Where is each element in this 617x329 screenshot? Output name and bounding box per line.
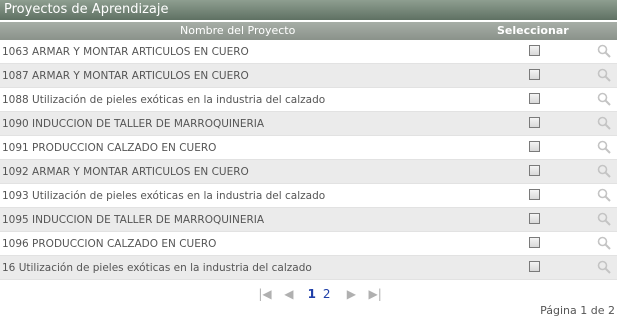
search-icon[interactable] — [597, 212, 611, 226]
table-row: 1090 INDUCCION DE TALLER DE MARROQUINERI… — [0, 112, 617, 136]
select-checkbox[interactable] — [529, 261, 540, 272]
page-status: Página 1 de 2 — [540, 304, 615, 317]
project-name: 1087 ARMAR Y MONTAR ARTICULOS EN CUERO — [2, 70, 249, 82]
last-page-icon[interactable]: ▶| — [368, 286, 382, 302]
search-icon[interactable] — [597, 140, 611, 154]
next-page-icon[interactable]: ▶ — [344, 286, 358, 302]
project-list: 1063 ARMAR Y MONTAR ARTICULOS EN CUERO 1… — [0, 40, 617, 280]
select-checkbox[interactable] — [529, 237, 540, 248]
project-name: 1091 PRODUCCION CALZADO EN CUERO — [2, 142, 217, 154]
select-checkbox[interactable] — [529, 93, 540, 104]
search-icon[interactable] — [597, 44, 611, 58]
prev-page-icon[interactable]: ◀ — [282, 286, 296, 302]
select-checkbox[interactable] — [529, 45, 540, 56]
project-name: 1095 INDUCCION DE TALLER DE MARROQUINERI… — [2, 214, 265, 226]
search-icon[interactable] — [597, 164, 611, 178]
project-name: 1096 PRODUCCION CALZADO EN CUERO — [2, 238, 217, 250]
project-name: 1063 ARMAR Y MONTAR ARTICULOS EN CUERO — [2, 46, 249, 58]
search-icon[interactable] — [597, 68, 611, 82]
first-page-icon[interactable]: |◀ — [258, 286, 272, 302]
table-row: 1092 ARMAR Y MONTAR ARTICULOS EN CUERO — [0, 160, 617, 184]
page-link-current[interactable]: 1 — [308, 286, 316, 302]
project-name: 1093 Utilización de pieles exóticas en l… — [2, 190, 326, 202]
select-checkbox[interactable] — [529, 69, 540, 80]
select-checkbox[interactable] — [529, 117, 540, 128]
pagination: |◀ ◀ 1 2 ▶ ▶| — [258, 286, 382, 302]
search-icon[interactable] — [597, 92, 611, 106]
project-name: 1088 Utilización de pieles exóticas en l… — [2, 94, 326, 106]
table-row: 1091 PRODUCCION CALZADO EN CUERO — [0, 136, 617, 160]
select-checkbox[interactable] — [529, 189, 540, 200]
table-row: 1093 Utilización de pieles exóticas en l… — [0, 184, 617, 208]
column-header-row: Nombre del Proyecto Seleccionar — [0, 22, 617, 40]
select-checkbox[interactable] — [529, 141, 540, 152]
search-icon[interactable] — [597, 236, 611, 250]
select-checkbox[interactable] — [529, 165, 540, 176]
panel-title: Proyectos de Aprendizaje — [0, 0, 617, 20]
select-checkbox[interactable] — [529, 213, 540, 224]
page-link[interactable]: 2 — [323, 286, 331, 302]
project-name: 1092 ARMAR Y MONTAR ARTICULOS EN CUERO — [2, 166, 249, 178]
project-name: 1090 INDUCCION DE TALLER DE MARROQUINERI… — [2, 118, 265, 130]
table-row: 1088 Utilización de pieles exóticas en l… — [0, 88, 617, 112]
search-icon[interactable] — [597, 260, 611, 274]
table-row: 1063 ARMAR Y MONTAR ARTICULOS EN CUERO — [0, 40, 617, 64]
column-header-name: Nombre del Proyecto — [180, 24, 296, 37]
project-name: 16 Utilización de pieles exóticas en la … — [2, 262, 312, 274]
column-header-select: Seleccionar — [497, 24, 569, 37]
table-row: 1095 INDUCCION DE TALLER DE MARROQUINERI… — [0, 208, 617, 232]
table-row: 16 Utilización de pieles exóticas en la … — [0, 256, 617, 280]
search-icon[interactable] — [597, 188, 611, 202]
table-row: 1096 PRODUCCION CALZADO EN CUERO — [0, 232, 617, 256]
table-row: 1087 ARMAR Y MONTAR ARTICULOS EN CUERO — [0, 64, 617, 88]
search-icon[interactable] — [597, 116, 611, 130]
